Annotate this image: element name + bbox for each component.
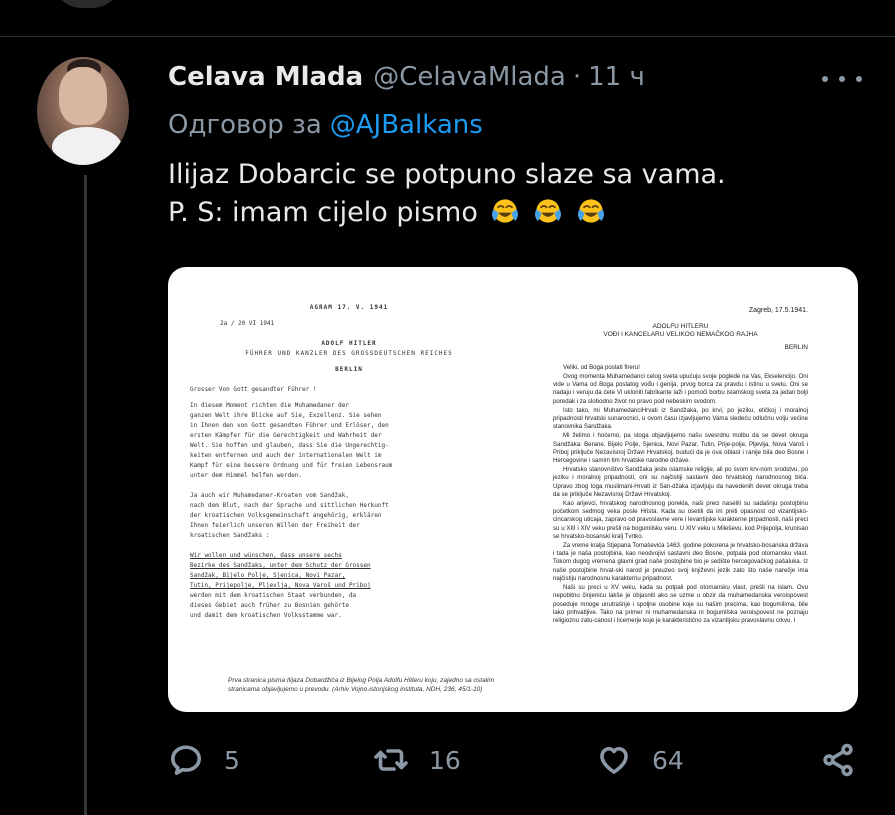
more-options-button[interactable] bbox=[822, 64, 862, 94]
heart-icon bbox=[600, 746, 628, 774]
doc-right-paragraph: Kao arijevci, hrvatskog narodnosnog pore… bbox=[553, 500, 808, 540]
doc-right-paragraph: Mi želimo i hoćemo, pa stoga objavljujem… bbox=[553, 432, 808, 465]
user-handle[interactable]: @CelavaMlada bbox=[373, 62, 566, 92]
like-button[interactable]: 64 bbox=[596, 735, 684, 785]
doc-caption: Prva stranica pisma Ilijaza Dobardžića i… bbox=[228, 677, 495, 693]
doc-right-body: Ovog momenta Muhamedanci celog sveta upu… bbox=[553, 373, 808, 625]
timestamp[interactable]: 11 ч bbox=[588, 62, 645, 92]
doc-body-line: Ihnen feierlich unseren Willen der Freih… bbox=[190, 522, 360, 529]
doc-body-line: In diesem Moment richten die Muhamedaner… bbox=[190, 402, 349, 409]
doc-right-salutation: Veliki, od Boga poslati fireru! bbox=[563, 363, 640, 371]
retweet-button[interactable]: 16 bbox=[373, 735, 461, 785]
separator-dot: · bbox=[572, 62, 582, 92]
tweet-header: Celava Mlada @CelavaMlada · 11 ч bbox=[168, 62, 645, 102]
doc-addressee: ADOLF HITLER bbox=[321, 340, 377, 347]
doc-subtitle: FÜHRER UND KANZLER DES GROSSDEUTSCHEN RE… bbox=[245, 350, 453, 357]
tweet-text-line: P. S: imam cijelo pismo bbox=[168, 197, 478, 228]
previous-tweet-avatar[interactable] bbox=[52, 0, 122, 8]
doc-right-paragraph: Hrvatsko stanovništvo Sandžaka jeste isl… bbox=[553, 466, 808, 498]
more-dots-icon bbox=[856, 76, 862, 82]
avatar[interactable] bbox=[37, 57, 129, 165]
doc-date-line: 2a / 20 VI 1941 bbox=[220, 320, 275, 327]
doc-city: BERLIN bbox=[335, 366, 363, 373]
doc-heading: AGRAM 17. V. 1941 bbox=[309, 304, 389, 311]
doc-body-line: Ja auch wir Muhamedaner-Kroaten vom Sand… bbox=[190, 492, 349, 499]
doc-right-paragraph: Naši su preci u XV veku, kada su potpali… bbox=[553, 584, 808, 624]
speech-bubble-icon bbox=[171, 745, 201, 775]
doc-body-line: nach dem Blut, nach der Sprache und sitt… bbox=[190, 502, 389, 509]
avatar-figure bbox=[59, 67, 107, 125]
tweet-actions: 5 16 64 bbox=[168, 735, 858, 785]
doc-body-line: unter dem Himmel helfen werden. bbox=[190, 472, 302, 479]
thread-line bbox=[84, 175, 87, 815]
doc-body-line: Tutin, Prijepolje, Pljevlja, Nova Varoš … bbox=[190, 582, 371, 589]
reply-context: Одговор за @AJBalkans bbox=[168, 110, 483, 140]
reply-count: 5 bbox=[224, 745, 240, 775]
doc-body-line: der kroatischen Volksgemeinschaft angehö… bbox=[190, 512, 382, 519]
doc-body-line bbox=[190, 541, 508, 551]
doc-body-line: werden mit dem kroatischen Staat verbund… bbox=[190, 592, 357, 599]
face-with-tears-of-joy-icon bbox=[535, 199, 562, 223]
doc-body-line: keiten entfernen und auch der internatio… bbox=[190, 452, 382, 459]
doc-right-paragraph: Ovog momenta Muhamedanci celog sveta upu… bbox=[553, 373, 808, 405]
doc-body: In diesem Moment richten die Muhamedaner… bbox=[190, 401, 508, 621]
document-right-page: Zagreb, 17.5.1941. ADOLFU HITLERU VOĐI I… bbox=[553, 307, 808, 626]
more-dots-icon bbox=[822, 76, 828, 82]
doc-body-line: Welt. Sie hoffen und glauben, dass Sie d… bbox=[190, 442, 389, 449]
tweet-text: Ilijaz Dobarcic se potpuno slaze sa vama… bbox=[168, 156, 726, 232]
doc-right-title: VOĐI I KANCELARU VELIKOG NEMAČKOG RAJHA bbox=[603, 331, 758, 339]
share-icon bbox=[823, 743, 853, 777]
doc-body-line bbox=[190, 481, 508, 491]
reply-to-link[interactable]: @AJBalkans bbox=[330, 110, 483, 140]
face-with-tears-of-joy-icon bbox=[492, 199, 519, 223]
doc-body-line: Wir wollen und wünschen, dass unsere sec… bbox=[190, 552, 342, 559]
more-dots-icon bbox=[839, 76, 845, 82]
doc-right-paragraph: Isto tako, mi MuhamedanciHrvati iz Sandž… bbox=[553, 406, 808, 431]
doc-body-line: ganzen Welt ihre Blicke auf Sie, Exzelle… bbox=[190, 412, 382, 419]
share-button[interactable] bbox=[820, 735, 856, 785]
doc-body-line: kroatischen Sandžaks : bbox=[190, 532, 270, 539]
retweet-icon bbox=[374, 749, 408, 771]
doc-right-paragraph: Za vreme kralja Stjepana Tomaševića 1463… bbox=[553, 542, 808, 582]
attached-image[interactable]: AGRAM 17. V. 1941 2a / 20 VI 1941 ADOLF … bbox=[168, 267, 858, 712]
doc-body-line: dieses Gebiet auch früher zu Bosnien geh… bbox=[190, 602, 349, 609]
display-name[interactable]: Celava Mlada bbox=[168, 62, 363, 92]
doc-body-line: Bezirke des Sandžaks, unter dem Schutz d… bbox=[190, 562, 371, 569]
retweet-count: 16 bbox=[429, 745, 461, 775]
reply-button[interactable]: 5 bbox=[168, 735, 240, 785]
tweet-text-line: Ilijaz Dobarcic se potpuno slaze sa vama… bbox=[168, 159, 726, 190]
tweet-divider bbox=[0, 36, 895, 37]
doc-body-line: ersten Kämpfer für die Gerechtigkeit und… bbox=[190, 432, 382, 439]
doc-body-line: Kampf für eine bessere Ordnung und für f… bbox=[190, 462, 393, 469]
tweet-text-line-with-emoji: P. S: imam cijelo pismo bbox=[168, 194, 726, 232]
like-count: 64 bbox=[652, 745, 684, 775]
doc-right-city: BERLIN bbox=[784, 343, 808, 351]
doc-salutation: Grosser Von Gott gesandter Führer ! bbox=[190, 386, 317, 393]
doc-right-date: Zagreb, 17.5.1941. bbox=[748, 307, 808, 314]
document-left-page: AGRAM 17. V. 1941 2a / 20 VI 1941 ADOLF … bbox=[190, 303, 508, 703]
doc-body-line: Sandžak, Bijelo Polje, Sjenica, Novi Paz… bbox=[190, 572, 346, 579]
face-with-tears-of-joy-icon bbox=[577, 199, 604, 223]
doc-body-line: und damit dem kroatischen Volksstamme wa… bbox=[190, 612, 342, 619]
doc-body-line: in Ihnen den von Gott gesandten Führer u… bbox=[190, 422, 389, 429]
reply-prefix: Одговор за bbox=[168, 110, 322, 140]
avatar-clothing bbox=[52, 127, 122, 165]
